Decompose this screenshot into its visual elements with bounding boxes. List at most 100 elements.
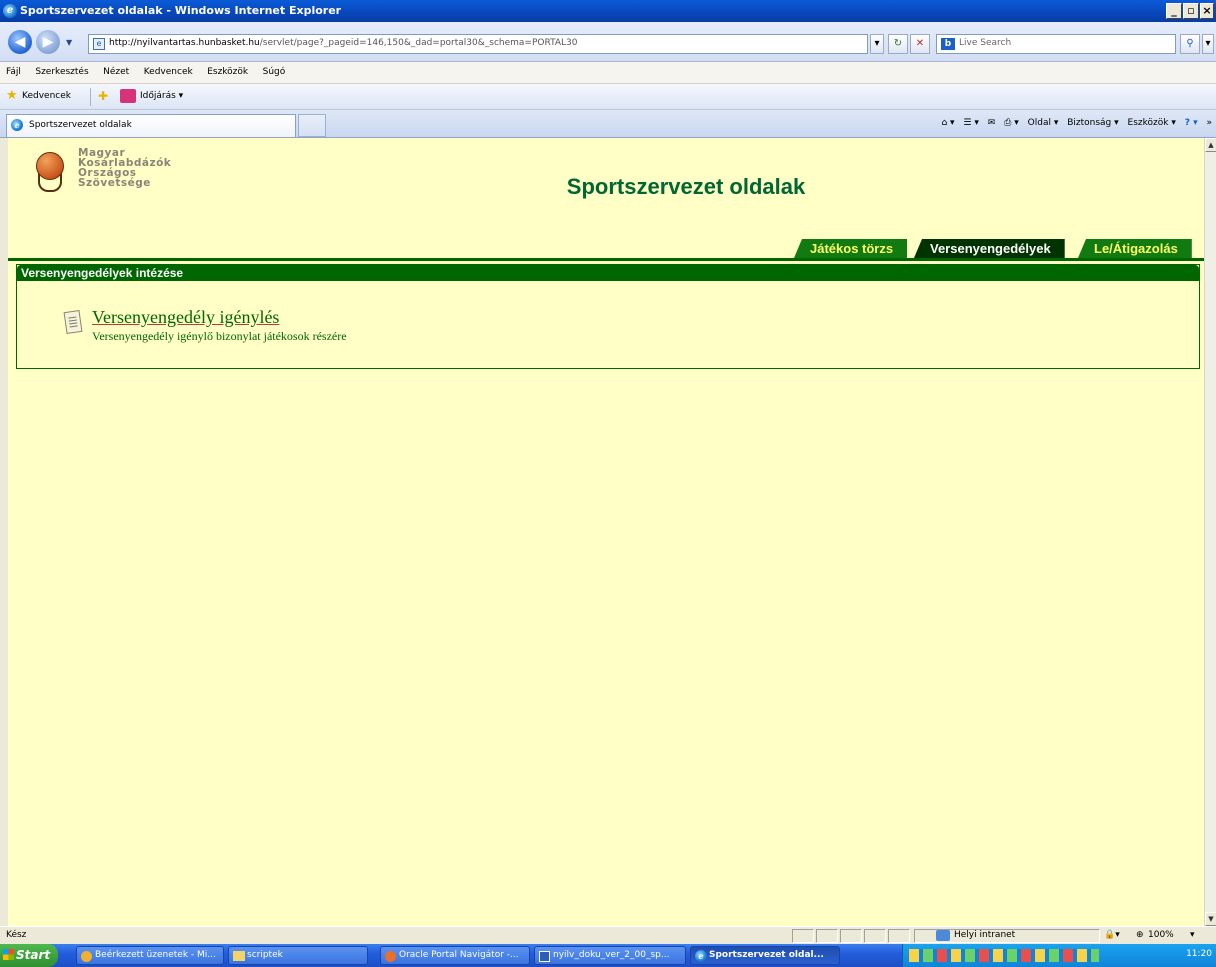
menu-help[interactable]: Súgó bbox=[257, 62, 291, 77]
zoom-level[interactable]: 100% bbox=[1148, 930, 1174, 940]
home-icon[interactable]: ⌂ ▾ bbox=[941, 118, 954, 128]
menu-favorites[interactable]: Kedvencek bbox=[138, 62, 198, 77]
back-icon[interactable]: ◀ bbox=[8, 30, 32, 54]
page-icon: e bbox=[93, 38, 105, 50]
add-favorite-icon[interactable]: ✚ bbox=[98, 90, 108, 102]
taskbar-label: nyilv_doku_ver_2_00_sp... bbox=[553, 950, 670, 960]
scroll-up-icon[interactable]: ▲ bbox=[1205, 138, 1216, 152]
taskbar-outlook[interactable]: Beérkezett üzenetek - Mi... bbox=[76, 946, 224, 965]
new-tab-button[interactable] bbox=[298, 114, 326, 137]
chevron-more-icon[interactable]: » bbox=[1206, 118, 1212, 128]
tab-sportszervezet[interactable]: e Sportszervezet oldalak bbox=[6, 114, 296, 137]
outlook-icon bbox=[81, 951, 92, 962]
status-pane bbox=[864, 929, 886, 943]
maximize-button[interactable]: ▫ bbox=[1183, 3, 1199, 19]
taskbar-word-doc[interactable]: nyilv_doku_ver_2_00_sp... bbox=[534, 946, 686, 965]
menu-tools[interactable]: Eszközök bbox=[201, 62, 253, 77]
start-label: Start bbox=[16, 948, 51, 962]
tray-icons[interactable] bbox=[909, 949, 1099, 962]
zone-text: Helyi intranet bbox=[954, 930, 1016, 940]
status-text: Kész bbox=[6, 930, 27, 940]
page-content: Magyar Kosárlabdázók Országos Szövetsége… bbox=[8, 138, 1204, 926]
zoom-dropdown-icon[interactable]: ▾ bbox=[1190, 930, 1195, 940]
taskbar-ie-active[interactable]: e Sportszervezet oldal... bbox=[690, 946, 840, 965]
tab-versenyengedelyek[interactable]: Versenyengedélyek bbox=[914, 239, 1065, 258]
word-icon bbox=[539, 951, 550, 962]
command-bar: ⌂ ▾ ☰ ▾ ✉ ⎙ ▾ Oldal ▾ Biztonság ▾ Eszköz… bbox=[935, 118, 1212, 128]
tab-jatekos-torzs[interactable]: Játékos törzs bbox=[794, 239, 908, 258]
vertical-scrollbar[interactable]: ▲ ▼ bbox=[1204, 138, 1216, 926]
page-menu[interactable]: Oldal ▾ bbox=[1028, 118, 1059, 128]
search-input[interactable]: b Live Search bbox=[936, 34, 1176, 54]
tab-underline bbox=[8, 258, 1204, 261]
stop-icon[interactable]: ✕ bbox=[910, 34, 930, 54]
taskbar-label: Sportszervezet oldal... bbox=[709, 950, 824, 960]
weather-icon bbox=[120, 89, 136, 103]
minimize-button[interactable]: _ bbox=[1166, 3, 1182, 19]
refresh-icon[interactable]: ↻ bbox=[888, 34, 908, 54]
start-button[interactable]: Start bbox=[0, 944, 58, 967]
tab-title: Sportszervezet oldalak bbox=[29, 120, 132, 130]
taskbar-label: Beérkezett üzenetek - Mi... bbox=[95, 950, 216, 960]
taskbar-ie-icon: e bbox=[695, 950, 707, 962]
tab-ie-icon: e bbox=[11, 119, 23, 131]
zoom-icon[interactable]: ⊕ bbox=[1136, 930, 1144, 940]
search-go-icon[interactable]: ⚲ bbox=[1180, 34, 1200, 54]
separator bbox=[90, 88, 91, 106]
taskbar-oracle-portal[interactable]: Oracle Portal Navigátor -... bbox=[380, 946, 530, 965]
intranet-icon bbox=[936, 930, 950, 941]
status-bar: Kész Helyi intranet 🔒▾ ⊕ 100% ▾ bbox=[0, 926, 1216, 944]
live-search-icon: b bbox=[941, 38, 955, 50]
close-button[interactable]: × bbox=[1200, 3, 1214, 19]
url-path: /servlet/page?_pageid=146,150&_dad=porta… bbox=[259, 38, 578, 48]
menu-file[interactable]: Fájl bbox=[0, 62, 26, 77]
link-description: Versenyengedély igénylő bizonylat játéko… bbox=[92, 329, 347, 343]
page-title: Sportszervezet oldalak bbox=[566, 174, 806, 199]
favorites-bar: ★ Kedvencek ✚ Időjárás ▾ bbox=[0, 84, 1216, 110]
status-pane bbox=[840, 929, 862, 943]
search-placeholder: Live Search bbox=[959, 38, 1012, 48]
address-input[interactable]: e http://nyilvantartas.hunbasket.hu/serv… bbox=[88, 34, 868, 54]
windows-logo-icon bbox=[3, 949, 14, 960]
window-title-bar[interactable]: e Sportszervezet oldalak - Windows Inter… bbox=[0, 0, 1216, 22]
section-title: Versenyengedélyek intézése bbox=[17, 265, 1199, 281]
print-icon[interactable]: ⎙ ▾ bbox=[1004, 118, 1019, 128]
taskbar-label: Oracle Portal Navigátor -... bbox=[399, 950, 519, 960]
system-tray: 11:20 bbox=[902, 944, 1216, 967]
status-pane bbox=[792, 929, 814, 943]
tab-le-atigazolas[interactable]: Le/Átigazolás bbox=[1078, 239, 1192, 258]
mail-icon[interactable]: ✉ bbox=[988, 118, 996, 128]
address-dropdown-icon[interactable]: ▾ bbox=[870, 34, 884, 54]
taskbar-scriptek[interactable]: scriptek bbox=[228, 946, 368, 965]
url-host: http://nyilvantartas.hunbasket.hu bbox=[109, 38, 260, 48]
protected-mode-icon[interactable]: 🔒▾ bbox=[1104, 930, 1120, 940]
taskbar: Start Beérkezett üzenetek - Mi... script… bbox=[0, 944, 1216, 967]
tools-menu[interactable]: Eszközök ▾ bbox=[1128, 118, 1176, 128]
menu-view[interactable]: Nézet bbox=[97, 62, 134, 77]
document-icon bbox=[63, 309, 83, 335]
status-pane bbox=[888, 929, 910, 943]
folder-icon bbox=[233, 951, 245, 961]
menu-bar: Fájl Szerkesztés Nézet Kedvencek Eszközö… bbox=[0, 62, 1216, 84]
menu-edit[interactable]: Szerkesztés bbox=[29, 62, 93, 77]
section-panel: Versenyengedélyek intézése Versenyengedé… bbox=[16, 264, 1200, 369]
feeds-icon[interactable]: ☰ ▾ bbox=[963, 118, 978, 128]
ie-logo-icon: e bbox=[3, 4, 17, 18]
favorites-star-icon[interactable]: ★ bbox=[6, 89, 18, 102]
status-pane bbox=[816, 929, 838, 943]
search-options-icon[interactable]: ▾ bbox=[1202, 34, 1214, 54]
scroll-down-icon[interactable]: ▼ bbox=[1205, 912, 1216, 926]
safety-menu[interactable]: Biztonság ▾ bbox=[1067, 118, 1118, 128]
clock: 11:20 bbox=[1186, 949, 1212, 959]
window-title: Sportszervezet oldalak - Windows Interne… bbox=[20, 4, 342, 17]
firefox-icon bbox=[385, 951, 396, 962]
help-icon[interactable]: ? ▾ bbox=[1185, 118, 1198, 128]
taskbar-label: scriptek bbox=[247, 950, 283, 960]
favorites-label[interactable]: Kedvencek bbox=[22, 91, 71, 101]
address-toolbar: ◀ ▶ ▼ e http://nyilvantartas.hunbasket.h… bbox=[0, 22, 1216, 62]
weather-favorite[interactable]: Időjárás ▾ bbox=[140, 91, 183, 101]
tab-bar: e Sportszervezet oldalak ⌂ ▾ ☰ ▾ ✉ ⎙ ▾ O… bbox=[0, 110, 1216, 138]
history-dropdown-icon[interactable]: ▼ bbox=[66, 38, 72, 47]
forward-icon[interactable]: ▶ bbox=[36, 30, 60, 54]
versenyengedely-igenyles-link[interactable]: Versenyengedély igénylés bbox=[92, 307, 279, 328]
